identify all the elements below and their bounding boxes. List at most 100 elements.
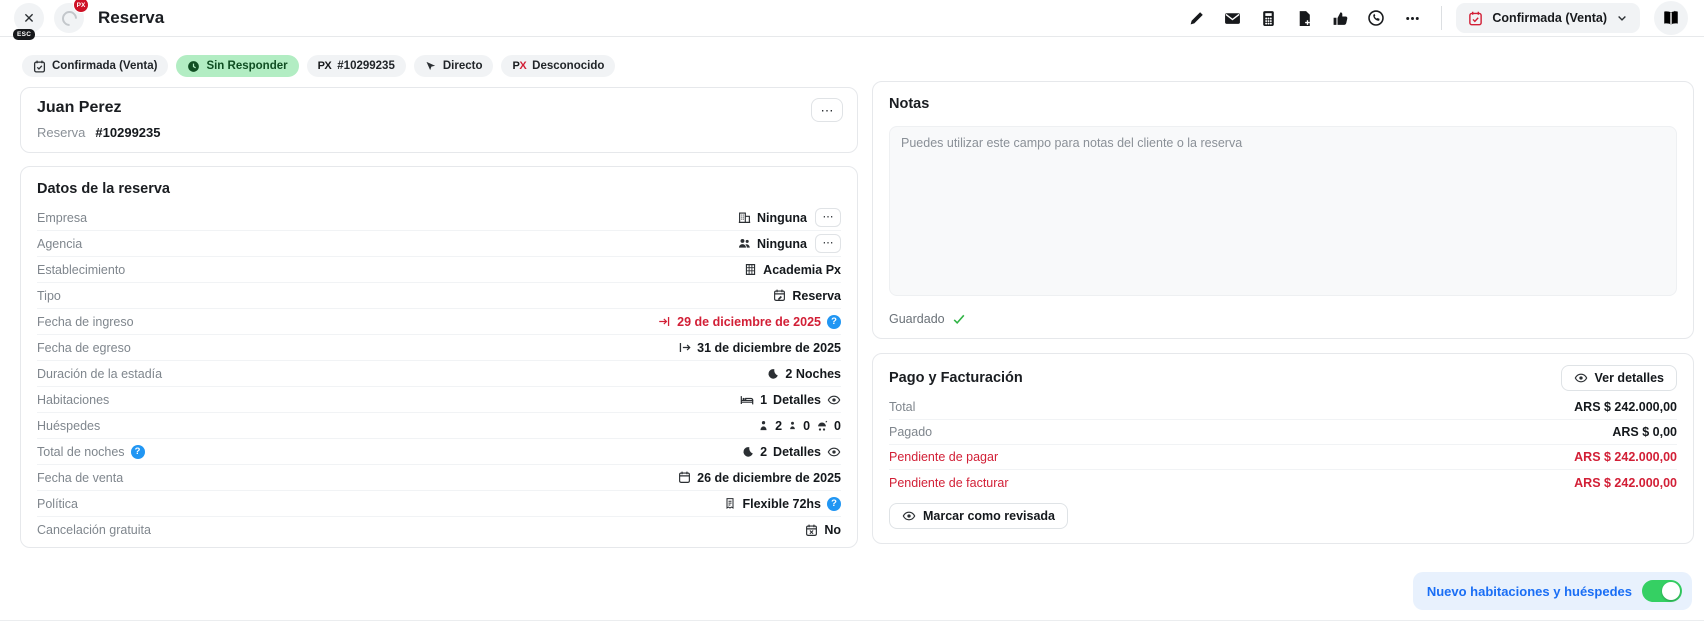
calendar-check-icon: [33, 60, 46, 73]
hotel-icon: [744, 263, 757, 276]
row-fecha-venta: Fecha de venta 26 de diciembre de 2025: [37, 465, 841, 491]
clock-icon: [187, 60, 200, 73]
habitaciones-detalles-link[interactable]: Detalles: [773, 393, 821, 407]
row-value[interactable]: Ninguna: [738, 237, 807, 251]
check-in-date[interactable]: 29 de diciembre de 2025: [658, 315, 821, 329]
ellipsis-icon: ⋯: [823, 237, 834, 249]
more-actions-button[interactable]: [1397, 3, 1427, 33]
client-card: Juan Perez Reserva #10299235 ⋯: [20, 87, 858, 153]
reservation-data-card: Datos de la reserva Empresa Ninguna ⋯ Ag…: [20, 166, 858, 548]
row-label: Huéspedes: [37, 419, 100, 433]
badge-label: Directo: [443, 60, 483, 72]
row-politica: Política Flexible 72hs ?: [37, 491, 841, 517]
check-out-date[interactable]: 31 de diciembre de 2025: [678, 341, 841, 355]
mail-button[interactable]: [1217, 3, 1247, 33]
edit-button[interactable]: [1181, 3, 1211, 33]
row-value: Reserva: [773, 289, 841, 303]
ellipsis-icon: ⋯: [823, 211, 834, 223]
whatsapp-icon: [1367, 9, 1385, 27]
chevron-down-icon: [1616, 12, 1628, 24]
login-arrow-icon: [658, 315, 671, 328]
row-label: Fecha de ingreso: [37, 315, 134, 329]
status-dropdown-label: Confirmada (Venta): [1492, 11, 1607, 25]
calculator-icon: [1260, 10, 1277, 27]
right-column: Notas Guardado Pago y Facturación Ver de…: [872, 81, 1694, 548]
policy-icon: [724, 497, 736, 510]
notes-textarea[interactable]: [889, 126, 1677, 296]
row-label: Total de noches: [37, 445, 125, 459]
noches-detalles-link[interactable]: Detalles: [773, 445, 821, 459]
help-icon[interactable]: ?: [827, 315, 841, 329]
section-title: Notas: [889, 92, 1677, 120]
row-value: No: [805, 523, 841, 537]
source-badge: PX Desconocido: [501, 55, 615, 77]
badge-row: Confirmada (Venta) Sin Responder PX #102…: [22, 55, 858, 77]
row-cancelacion: Cancelación gratuita No: [37, 517, 841, 543]
policy-value[interactable]: Flexible 72hs: [724, 497, 821, 511]
calculator-button[interactable]: [1253, 3, 1283, 33]
row-pagado: Pagado ARS $ 0,00: [889, 420, 1677, 445]
children-count: 0: [803, 419, 810, 433]
moon-icon: [742, 446, 754, 458]
ellipsis-icon: ⋯: [821, 103, 834, 118]
help-icon[interactable]: ?: [827, 497, 841, 511]
bed-icon: [740, 393, 754, 407]
new-rooms-guests-switch[interactable]: [1642, 580, 1682, 602]
mail-icon: [1224, 10, 1241, 27]
reservation-status-dropdown[interactable]: Confirmada (Venta): [1456, 3, 1640, 33]
thumbs-up-icon: [1332, 10, 1349, 27]
empresa-menu-button[interactable]: ⋯: [815, 208, 841, 227]
section-title: Datos de la reserva: [37, 177, 841, 205]
row-value[interactable]: Ninguna: [738, 211, 807, 225]
tab-bar: Historial Presupuestos Nuevo Habitacione…: [0, 620, 1704, 630]
eye-icon[interactable]: [827, 445, 841, 459]
ellipsis-icon: [1404, 10, 1421, 27]
left-column: Confirmada (Venta) Sin Responder PX #102…: [20, 53, 858, 548]
logout-arrow-icon: [678, 341, 691, 354]
marcar-revisada-button[interactable]: Marcar como revisada: [889, 503, 1068, 529]
file-plus-icon: [1296, 10, 1313, 27]
like-button[interactable]: [1325, 3, 1355, 33]
badge-label: Sin Responder: [206, 60, 287, 72]
direct-arrow-icon: [425, 60, 437, 72]
badge-label: Confirmada (Venta): [52, 60, 157, 72]
row-label: Fecha de venta: [37, 471, 123, 485]
eye-icon[interactable]: [827, 393, 841, 407]
avatar[interactable]: PX: [54, 3, 84, 33]
px-badge: PX: [73, 0, 89, 13]
row-total: Total ARS $ 242.000,00: [889, 395, 1677, 420]
row-fecha-ingreso: Fecha de ingreso 29 de diciembre de 2025…: [37, 309, 841, 335]
toolbar-divider: [1441, 6, 1442, 30]
docs-button[interactable]: [1654, 1, 1688, 35]
esc-shortcut-badge: ESC: [13, 29, 35, 40]
add-document-button[interactable]: [1289, 3, 1319, 33]
close-icon: ✕: [23, 11, 35, 25]
row-label: Fecha de egreso: [37, 341, 131, 355]
notes-card: Notas Guardado: [872, 81, 1694, 339]
response-status-badge: Sin Responder: [176, 55, 298, 77]
row-label: Agencia: [37, 237, 82, 251]
ver-detalles-button[interactable]: Ver detalles: [1561, 365, 1678, 391]
sale-date[interactable]: 26 de diciembre de 2025: [678, 471, 841, 485]
row-label: Tipo: [37, 289, 61, 303]
users-icon: [738, 237, 751, 250]
agencia-menu-button[interactable]: ⋯: [815, 234, 841, 253]
row-duracion: Duración de la estadía 2 Noches: [37, 361, 841, 387]
row-agencia: Agencia Ninguna ⋯: [37, 231, 841, 257]
main-content: Confirmada (Venta) Sin Responder PX #102…: [0, 37, 1704, 548]
section-title: Pago y Facturación: [889, 370, 1023, 386]
help-icon[interactable]: ?: [131, 445, 145, 459]
building-icon: [738, 211, 751, 224]
px-logo: PX: [318, 60, 332, 72]
client-more-button[interactable]: ⋯: [811, 98, 843, 122]
row-fecha-egreso: Fecha de egreso 31 de diciembre de 2025: [37, 335, 841, 361]
child-icon: [788, 420, 797, 431]
close-button[interactable]: ✕ ESC: [14, 3, 44, 33]
page-title: Reserva: [98, 8, 164, 28]
px-crossed-icon: PX: [512, 60, 526, 72]
payment-billing-card: Pago y Facturación Ver detalles Total AR…: [872, 353, 1694, 544]
whatsapp-button[interactable]: [1361, 3, 1391, 33]
guests-value: 2 0 0: [758, 419, 841, 433]
calendar-check-icon: [1468, 11, 1483, 26]
row-pendiente-facturar: Pendiente de facturar ARS $ 242.000,00: [889, 470, 1677, 495]
